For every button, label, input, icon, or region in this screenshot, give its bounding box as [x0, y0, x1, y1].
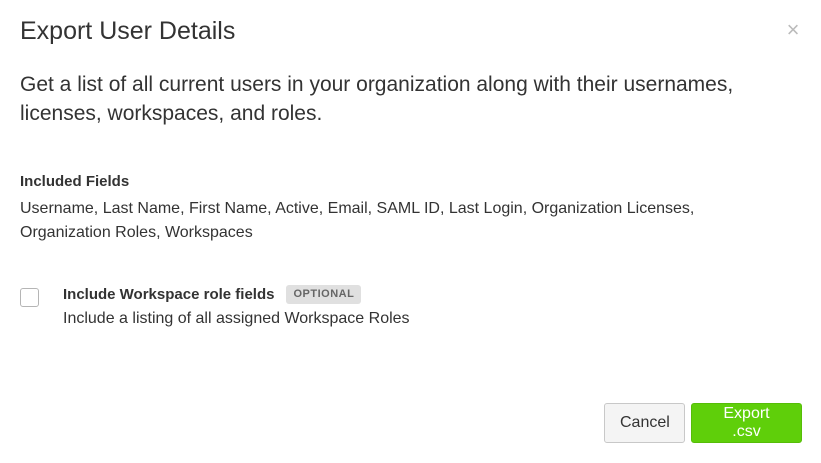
option-title: Include Workspace role fields: [63, 285, 275, 303]
export-user-details-dialog: Export User Details × Get a list of all …: [0, 0, 821, 463]
included-fields-heading: Included Fields: [20, 173, 130, 190]
cancel-button[interactable]: Cancel: [604, 403, 685, 443]
option-title-row: Include Workspace role fields OPTIONAL: [63, 284, 362, 304]
dialog-description: Get a list of all current users in your …: [20, 73, 734, 125]
option-description: Include a listing of all assigned Worksp…: [63, 310, 410, 327]
close-icon[interactable]: ×: [785, 19, 801, 41]
dialog-title: Export User Details: [20, 17, 236, 45]
include-workspace-roles-checkbox[interactable]: [20, 288, 39, 307]
optional-badge: OPTIONAL: [286, 284, 362, 304]
included-fields-list: Username, Last Name, First Name, Active,…: [20, 200, 695, 241]
export-csv-button[interactable]: Export .csv: [691, 403, 802, 443]
